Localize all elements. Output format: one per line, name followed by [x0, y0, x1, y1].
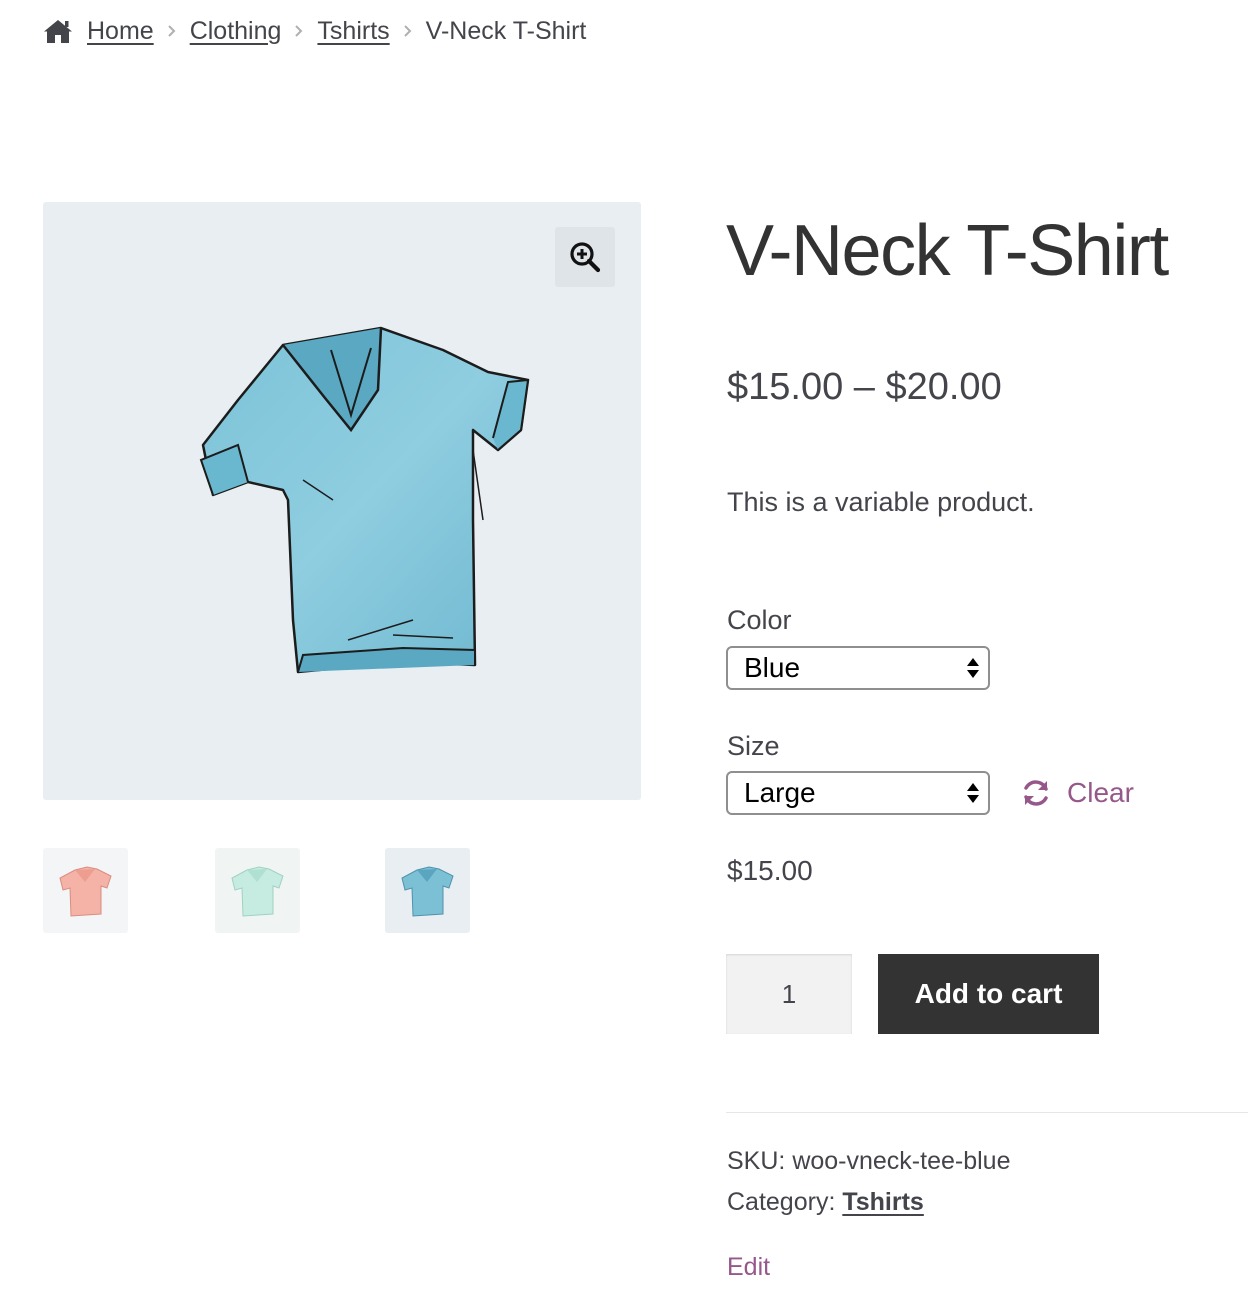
magnifier-plus-icon: [570, 242, 601, 273]
breadcrumb-clothing-link[interactable]: Clothing: [190, 17, 282, 46]
size-label: Size: [727, 731, 780, 761]
quantity-input[interactable]: [726, 954, 852, 1034]
sku-label: SKU:: [727, 1147, 786, 1175]
divider: [726, 1112, 1248, 1113]
tshirt-image: [199, 326, 530, 674]
tshirt-pink-icon: [58, 865, 112, 917]
chevron-right-icon: [295, 25, 303, 37]
home-icon[interactable]: [43, 18, 73, 44]
short-description: This is a variable product.: [727, 487, 1035, 517]
refresh-icon: [1024, 780, 1048, 806]
color-label: Color: [727, 605, 792, 635]
clear-label: Clear: [1067, 777, 1134, 808]
category-meta: Category: Tshirts: [727, 1187, 924, 1217]
tshirt-blue-icon: [400, 865, 454, 917]
clear-variations-link[interactable]: Clear: [1020, 774, 1134, 812]
breadcrumb-current: V-Neck T-Shirt: [425, 16, 587, 45]
breadcrumb-tshirts-link[interactable]: Tshirts: [317, 17, 389, 46]
size-select[interactable]: Large: [726, 771, 990, 815]
product-main-image[interactable]: [43, 202, 641, 800]
add-to-cart-button[interactable]: Add to cart: [878, 954, 1099, 1034]
chevron-right-icon: [403, 25, 412, 37]
zoom-button[interactable]: [555, 227, 615, 287]
category-label: Category:: [727, 1188, 836, 1216]
thumbnail-blue-tshirt[interactable]: [385, 848, 470, 933]
size-select-value: Large: [744, 777, 816, 808]
sku-value: woo-vneck-tee-blue: [792, 1147, 1011, 1175]
product-title: V-Neck T-Shirt: [726, 211, 1169, 291]
category-link[interactable]: Tshirts: [842, 1188, 924, 1216]
sku-meta: SKU: woo-vneck-tee-blue: [727, 1146, 1010, 1176]
price-range: $15.00 – $20.00: [727, 366, 1002, 408]
breadcrumb-home-link[interactable]: Home: [87, 17, 154, 46]
edit-link[interactable]: Edit: [727, 1252, 770, 1282]
select-arrows-icon: [967, 783, 979, 803]
color-select[interactable]: Blue: [726, 646, 990, 690]
color-select-value: Blue: [744, 652, 801, 683]
select-arrows-icon: [967, 658, 979, 678]
chevron-right-icon: [167, 25, 176, 37]
variation-price: $15.00: [727, 855, 813, 886]
tshirt-mint-icon: [230, 865, 284, 917]
thumbnail-mint-tshirt[interactable]: [215, 848, 300, 933]
thumbnail-pink-tshirt[interactable]: [43, 848, 128, 933]
breadcrumb: Home Clothing Tshirts V-Neck T-Shirt: [43, 14, 586, 48]
